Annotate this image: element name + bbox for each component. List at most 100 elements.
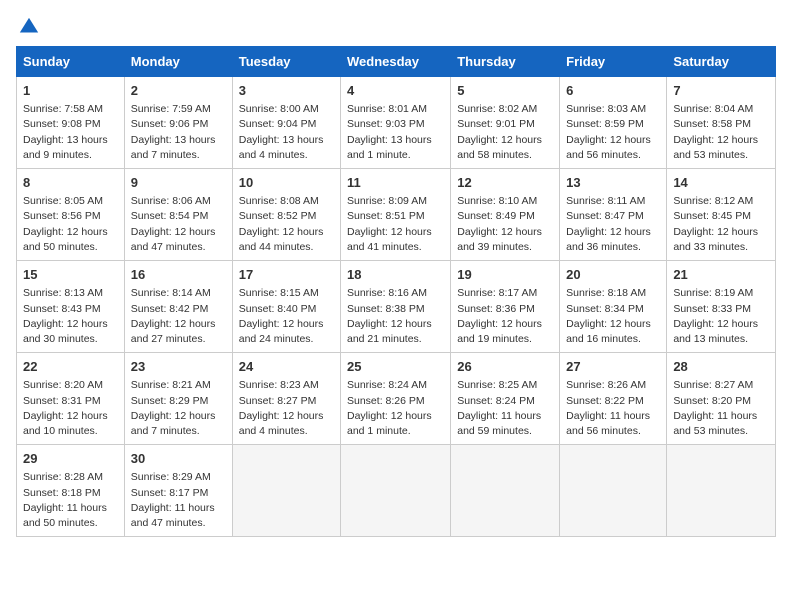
calendar-cell: 20 Sunrise: 8:18 AM Sunset: 8:34 PM Dayli… <box>560 261 667 353</box>
calendar-week-3: 15 Sunrise: 8:13 AM Sunset: 8:43 PM Dayli… <box>17 261 776 353</box>
day-number: 21 <box>673 266 769 284</box>
calendar-cell <box>667 445 776 537</box>
day-number: 7 <box>673 82 769 100</box>
calendar-cell: 2 Sunrise: 7:59 AM Sunset: 9:06 PM Daylig… <box>124 77 232 169</box>
calendar-cell: 15 Sunrise: 8:13 AM Sunset: 8:43 PM Dayli… <box>17 261 125 353</box>
day-info: Sunrise: 8:19 AM Sunset: 8:33 PM Dayligh… <box>673 286 769 347</box>
day-number: 19 <box>457 266 553 284</box>
calendar-cell: 12 Sunrise: 8:10 AM Sunset: 8:49 PM Dayli… <box>451 169 560 261</box>
day-number: 18 <box>347 266 444 284</box>
calendar-cell: 7 Sunrise: 8:04 AM Sunset: 8:58 PM Daylig… <box>667 77 776 169</box>
day-header-tuesday: Tuesday <box>232 47 340 77</box>
calendar-cell: 11 Sunrise: 8:09 AM Sunset: 8:51 PM Dayli… <box>341 169 451 261</box>
day-header-sunday: Sunday <box>17 47 125 77</box>
day-number: 8 <box>23 174 118 192</box>
day-number: 27 <box>566 358 660 376</box>
calendar-cell <box>232 445 340 537</box>
day-info: Sunrise: 8:24 AM Sunset: 8:26 PM Dayligh… <box>347 378 444 439</box>
calendar-cell: 5Sunrise: 8:02 AM Sunset: 9:01 PM Daylig… <box>451 77 560 169</box>
day-number: 3 <box>239 82 334 100</box>
calendar-table: SundayMondayTuesdayWednesdayThursdayFrid… <box>16 46 776 537</box>
day-number: 30 <box>131 450 226 468</box>
calendar-cell: 4 Sunrise: 8:01 AM Sunset: 9:03 PM Daylig… <box>341 77 451 169</box>
day-number: 1 <box>23 82 118 100</box>
day-info: Sunrise: 8:04 AM Sunset: 8:58 PM Dayligh… <box>673 102 769 163</box>
day-info: Sunrise: 8:11 AM Sunset: 8:47 PM Dayligh… <box>566 194 660 255</box>
day-number: 6 <box>566 82 660 100</box>
day-number: 11 <box>347 174 444 192</box>
calendar-cell: 10 Sunrise: 8:08 AM Sunset: 8:52 PM Dayli… <box>232 169 340 261</box>
day-info: Sunrise: 8:06 AM Sunset: 8:54 PM Dayligh… <box>131 194 226 255</box>
day-info: Sunrise: 8:12 AM Sunset: 8:45 PM Dayligh… <box>673 194 769 255</box>
day-info: Sunrise: 8:02 AM Sunset: 9:01 PM Dayligh… <box>457 102 553 163</box>
calendar-cell: 23 Sunrise: 8:21 AM Sunset: 8:29 PM Dayli… <box>124 353 232 445</box>
day-number: 4 <box>347 82 444 100</box>
day-info: Sunrise: 8:01 AM Sunset: 9:03 PM Dayligh… <box>347 102 444 163</box>
day-number: 12 <box>457 174 553 192</box>
logo <box>16 16 40 34</box>
day-info: Sunrise: 8:27 AM Sunset: 8:20 PM Dayligh… <box>673 378 769 439</box>
calendar-week-4: 22 Sunrise: 8:20 AM Sunset: 8:31 PM Dayli… <box>17 353 776 445</box>
calendar-cell: 9 Sunrise: 8:06 AM Sunset: 8:54 PM Daylig… <box>124 169 232 261</box>
calendar-cell: 14 Sunrise: 8:12 AM Sunset: 8:45 PM Dayli… <box>667 169 776 261</box>
day-number: 13 <box>566 174 660 192</box>
calendar-cell <box>341 445 451 537</box>
day-number: 29 <box>23 450 118 468</box>
day-number: 2 <box>131 82 226 100</box>
day-info: Sunrise: 8:15 AM Sunset: 8:40 PM Dayligh… <box>239 286 334 347</box>
calendar-cell: 13 Sunrise: 8:11 AM Sunset: 8:47 PM Dayli… <box>560 169 667 261</box>
day-number: 10 <box>239 174 334 192</box>
day-number: 17 <box>239 266 334 284</box>
calendar-cell: 6 Sunrise: 8:03 AM Sunset: 8:59 PM Daylig… <box>560 77 667 169</box>
day-header-wednesday: Wednesday <box>341 47 451 77</box>
day-info: Sunrise: 7:58 AM Sunset: 9:08 PM Dayligh… <box>23 102 118 163</box>
day-info: Sunrise: 8:29 AM Sunset: 8:17 PM Dayligh… <box>131 470 226 531</box>
day-info: Sunrise: 8:03 AM Sunset: 8:59 PM Dayligh… <box>566 102 660 163</box>
day-info: Sunrise: 8:25 AM Sunset: 8:24 PM Dayligh… <box>457 378 553 439</box>
day-info: Sunrise: 8:16 AM Sunset: 8:38 PM Dayligh… <box>347 286 444 347</box>
day-number: 23 <box>131 358 226 376</box>
calendar-cell: 17 Sunrise: 8:15 AM Sunset: 8:40 PM Dayli… <box>232 261 340 353</box>
day-info: Sunrise: 8:21 AM Sunset: 8:29 PM Dayligh… <box>131 378 226 439</box>
calendar-cell: 26 Sunrise: 8:25 AM Sunset: 8:24 PM Dayli… <box>451 353 560 445</box>
day-info: Sunrise: 8:08 AM Sunset: 8:52 PM Dayligh… <box>239 194 334 255</box>
calendar-cell: 18 Sunrise: 8:16 AM Sunset: 8:38 PM Dayli… <box>341 261 451 353</box>
calendar-cell: 27Sunrise: 8:26 AM Sunset: 8:22 PM Dayli… <box>560 353 667 445</box>
calendar-cell: 3 Sunrise: 8:00 AM Sunset: 9:04 PM Daylig… <box>232 77 340 169</box>
day-info: Sunrise: 8:18 AM Sunset: 8:34 PM Dayligh… <box>566 286 660 347</box>
calendar-cell: 25Sunrise: 8:24 AM Sunset: 8:26 PM Dayli… <box>341 353 451 445</box>
calendar-cell: 19 Sunrise: 8:17 AM Sunset: 8:36 PM Dayli… <box>451 261 560 353</box>
day-header-thursday: Thursday <box>451 47 560 77</box>
calendar-cell: 28Sunrise: 8:27 AM Sunset: 8:20 PM Dayli… <box>667 353 776 445</box>
calendar-week-1: 1 Sunrise: 7:58 AM Sunset: 9:08 PM Daylig… <box>17 77 776 169</box>
day-number: 24 <box>239 358 334 376</box>
day-info: Sunrise: 7:59 AM Sunset: 9:06 PM Dayligh… <box>131 102 226 163</box>
calendar-header-row: SundayMondayTuesdayWednesdayThursdayFrid… <box>17 47 776 77</box>
day-info: Sunrise: 8:17 AM Sunset: 8:36 PM Dayligh… <box>457 286 553 347</box>
day-info: Sunrise: 8:14 AM Sunset: 8:42 PM Dayligh… <box>131 286 226 347</box>
day-info: Sunrise: 8:28 AM Sunset: 8:18 PM Dayligh… <box>23 470 118 531</box>
day-number: 15 <box>23 266 118 284</box>
day-header-monday: Monday <box>124 47 232 77</box>
logo-icon <box>18 16 40 38</box>
day-header-saturday: Saturday <box>667 47 776 77</box>
day-number: 26 <box>457 358 553 376</box>
day-number: 16 <box>131 266 226 284</box>
day-number: 22 <box>23 358 118 376</box>
calendar-cell <box>451 445 560 537</box>
day-info: Sunrise: 8:05 AM Sunset: 8:56 PM Dayligh… <box>23 194 118 255</box>
day-info: Sunrise: 8:00 AM Sunset: 9:04 PM Dayligh… <box>239 102 334 163</box>
calendar-cell: 22 Sunrise: 8:20 AM Sunset: 8:31 PM Dayli… <box>17 353 125 445</box>
calendar-week-2: 8 Sunrise: 8:05 AM Sunset: 8:56 PM Daylig… <box>17 169 776 261</box>
day-number: 9 <box>131 174 226 192</box>
page-header <box>16 16 776 34</box>
day-number: 14 <box>673 174 769 192</box>
day-info: Sunrise: 8:09 AM Sunset: 8:51 PM Dayligh… <box>347 194 444 255</box>
day-number: 20 <box>566 266 660 284</box>
calendar-cell: 24Sunrise: 8:23 AM Sunset: 8:27 PM Dayli… <box>232 353 340 445</box>
day-info: Sunrise: 8:20 AM Sunset: 8:31 PM Dayligh… <box>23 378 118 439</box>
calendar-cell: 30 Sunrise: 8:29 AM Sunset: 8:17 PM Dayli… <box>124 445 232 537</box>
day-info: Sunrise: 8:10 AM Sunset: 8:49 PM Dayligh… <box>457 194 553 255</box>
day-info: Sunrise: 8:13 AM Sunset: 8:43 PM Dayligh… <box>23 286 118 347</box>
calendar-cell: 29 Sunrise: 8:28 AM Sunset: 8:18 PM Dayli… <box>17 445 125 537</box>
